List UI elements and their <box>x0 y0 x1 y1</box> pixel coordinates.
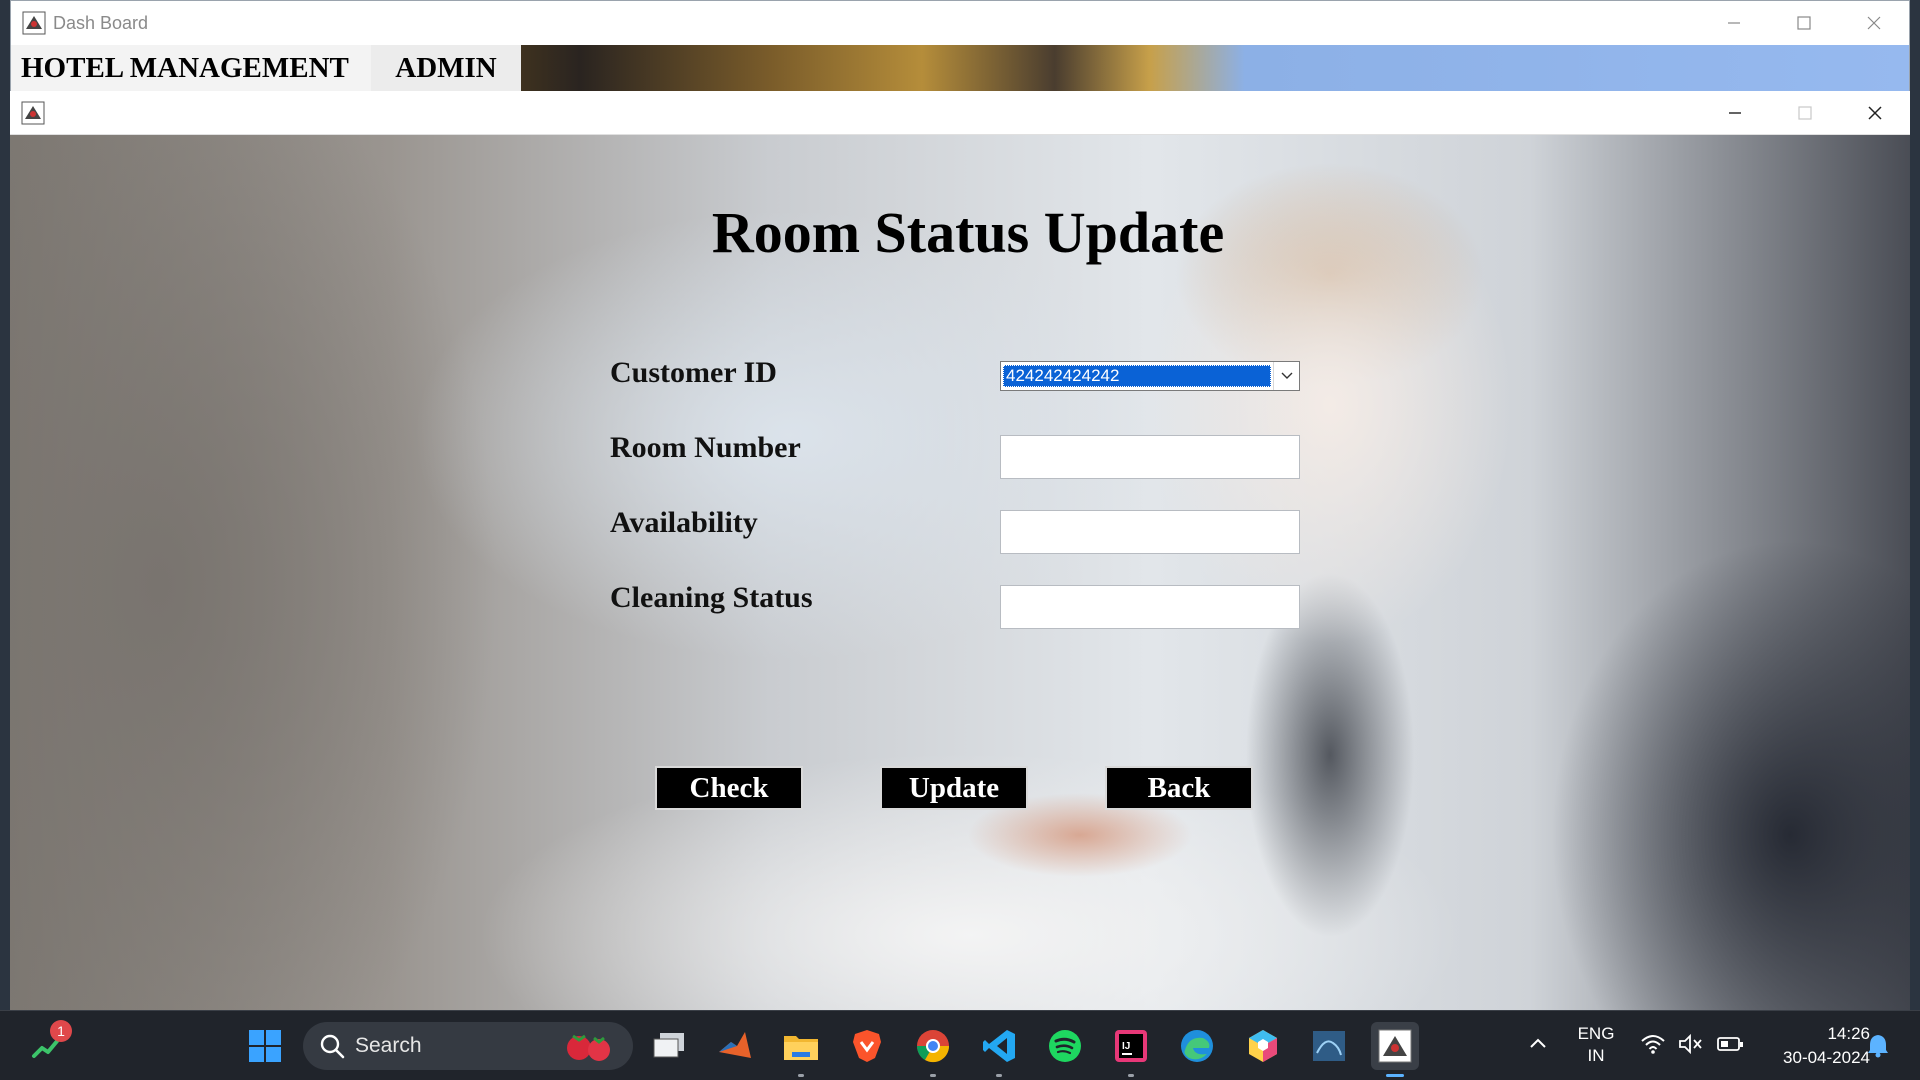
system-tray-status[interactable] <box>1640 1033 1744 1055</box>
taskbar-intellij[interactable]: IJ <box>1107 1022 1155 1077</box>
menu-hotel-management[interactable]: HOTEL MANAGEMENT <box>11 45 371 91</box>
java-app-icon <box>21 10 47 36</box>
running-indicator <box>798 1074 804 1077</box>
active-indicator <box>1386 1074 1404 1077</box>
matlab-icon <box>719 1032 751 1058</box>
update-button[interactable]: Update <box>880 766 1028 810</box>
mysql-workbench-icon <box>1313 1031 1345 1061</box>
chevron-up-icon <box>1530 1038 1546 1048</box>
inner-minimize-button[interactable] <box>1700 91 1770 134</box>
svg-text:IJ: IJ <box>1122 1041 1130 1052</box>
chevron-down-icon <box>1281 372 1292 379</box>
taskbar-brave[interactable] <box>843 1022 891 1070</box>
menu-admin[interactable]: ADMIN <box>371 45 521 91</box>
availability-input[interactable] <box>1001 511 1299 553</box>
taskbar-search[interactable]: Search <box>303 1022 633 1070</box>
vscode-icon <box>983 1030 1015 1062</box>
check-button[interactable]: Check <box>655 766 803 810</box>
clock-time: 14:26 <box>1827 1024 1870 1043</box>
taskbar-vscode[interactable] <box>975 1022 1023 1077</box>
room-status-window: Room Status Update Customer ID 424242424… <box>10 91 1910 1010</box>
availability-label: Availability <box>610 506 758 539</box>
page-title: Room Status Update <box>711 200 1225 265</box>
cleaning-status-input[interactable] <box>1001 586 1299 628</box>
room-number-field-container <box>1000 435 1300 479</box>
clock[interactable]: 14:26 30-04-2024 <box>1750 1022 1870 1070</box>
intellij-icon: IJ <box>1115 1030 1147 1062</box>
dashboard-window-controls <box>1699 1 1909 45</box>
customer-id-dropdown[interactable]: 424242424242 <box>1000 361 1300 391</box>
java-app-icon <box>20 100 46 126</box>
cleaning-status-label: Cleaning Status <box>610 581 813 614</box>
dropdown-arrow[interactable] <box>1273 362 1299 390</box>
start-button[interactable] <box>241 1022 289 1070</box>
availability-field-container <box>1000 510 1300 554</box>
taskbar-mysql-workbench[interactable] <box>1305 1022 1353 1070</box>
java-app-icon <box>1378 1029 1412 1063</box>
chrome-icon <box>916 1030 950 1063</box>
taskbar-chrome[interactable] <box>909 1022 957 1077</box>
edge-icon <box>1181 1030 1213 1062</box>
show-hidden-icons-button[interactable] <box>1528 1033 1548 1057</box>
cleaning-status-field-container <box>1000 585 1300 629</box>
taskbar-cube-app[interactable] <box>1239 1022 1287 1070</box>
back-button[interactable]: Back <box>1105 766 1253 810</box>
language-region: IN <box>1587 1046 1605 1065</box>
room-status-window-controls <box>1700 91 1910 134</box>
room-status-panel: Room Status Update Customer ID 424242424… <box>10 135 1910 1010</box>
customer-id-selected-value: 424242424242 <box>1003 365 1271 387</box>
maximize-icon <box>1798 105 1812 120</box>
minimize-icon <box>1729 111 1741 114</box>
maximize-icon <box>1797 16 1811 30</box>
taskbar-spotify[interactable] <box>1041 1022 1089 1070</box>
notification-badge: 1 <box>50 1020 72 1042</box>
folder-icon <box>784 1036 818 1060</box>
close-icon <box>1868 105 1882 120</box>
menu-bar: HOTEL MANAGEMENT ADMIN <box>11 45 1909 91</box>
close-button[interactable] <box>1839 1 1909 45</box>
dashboard-title: Dash Board <box>53 12 149 33</box>
search-icon <box>320 1034 345 1059</box>
inner-maximize-button[interactable] <box>1770 91 1840 134</box>
running-indicator <box>1128 1074 1134 1077</box>
taskbar-edge[interactable] <box>1173 1022 1221 1070</box>
minimize-icon <box>1728 22 1740 24</box>
room-number-label: Room Number <box>610 431 801 464</box>
speaker-muted-icon <box>1679 1033 1702 1055</box>
room-number-input[interactable] <box>1001 436 1299 478</box>
start-icon <box>249 1030 281 1062</box>
search-label: Search <box>355 1034 422 1057</box>
clock-date: 30-04-2024 <box>1783 1048 1870 1067</box>
taskbar: 1 Search IJ ENG IN 14:26 30-04-2024 <box>0 1010 1920 1080</box>
widgets-button[interactable]: 1 <box>24 1020 72 1070</box>
running-indicator <box>996 1074 1002 1077</box>
customer-id-label: Customer ID <box>610 356 777 389</box>
strawberry-icon <box>567 1034 610 1061</box>
language-code: ENG <box>1577 1024 1615 1043</box>
taskbar-java-app[interactable] <box>1371 1022 1419 1077</box>
task-view-icon <box>653 1033 684 1058</box>
notification-center-button[interactable] <box>1866 1032 1890 1062</box>
maximize-button[interactable] <box>1769 1 1839 45</box>
battery-icon <box>1717 1037 1743 1051</box>
room-status-titlebar[interactable] <box>10 91 1910 135</box>
taskbar-matlab[interactable] <box>711 1022 759 1070</box>
close-icon <box>1867 16 1881 30</box>
inner-close-button[interactable] <box>1840 91 1910 134</box>
running-indicator <box>930 1074 936 1077</box>
task-view-button[interactable] <box>645 1022 693 1070</box>
wifi-icon <box>1641 1035 1665 1054</box>
spotify-icon <box>1049 1030 1081 1062</box>
bell-icon <box>1868 1035 1888 1058</box>
dashboard-titlebar[interactable]: Dash Board <box>11 1 1909 45</box>
brave-icon <box>853 1030 881 1062</box>
cube-app-icon <box>1249 1030 1277 1062</box>
taskbar-file-explorer[interactable] <box>777 1022 825 1077</box>
minimize-button[interactable] <box>1699 1 1769 45</box>
language-indicator[interactable]: ENG IN <box>1570 1023 1622 1067</box>
